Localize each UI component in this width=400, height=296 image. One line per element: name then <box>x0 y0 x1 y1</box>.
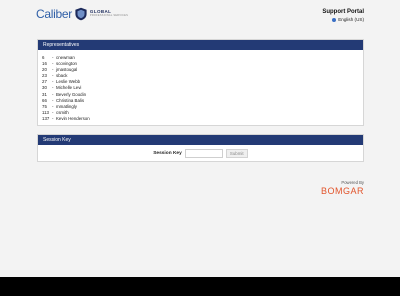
company-logo[interactable]: Caliber GLOBAL PROFESSIONAL SERVICES <box>36 7 128 21</box>
submit-button[interactable]: Submit <box>225 149 248 158</box>
logo-brand-text: Caliber <box>36 7 72 21</box>
representatives-list: 6- cnewman 16- scovington 20- jmastougal 23… <box>38 50 363 122</box>
session-key-label: Session Key <box>153 151 182 156</box>
shield-logo-icon <box>75 7 87 21</box>
globe-icon <box>332 17 337 22</box>
representatives-panel: Representatives 6- cnewman 16- scovington … <box>37 39 364 126</box>
page-header: Caliber GLOBAL PROFESSIONAL SERVICES Sup… <box>0 0 400 30</box>
list-item[interactable]: 137- Kevin Henderson <box>42 116 363 122</box>
session-key-header: Session Key <box>38 135 363 145</box>
language-label: English (US) <box>338 17 364 22</box>
session-key-input[interactable] <box>184 149 223 158</box>
session-key-form: Session Key Submit <box>38 149 363 158</box>
page-footer-bar <box>0 277 400 296</box>
powered-by-text: Powered By <box>341 180 364 185</box>
rep-name: Kevin Henderson <box>56 115 90 121</box>
page-title: Support Portal <box>322 9 364 15</box>
language-selector[interactable]: English (US) <box>322 17 364 22</box>
bomgar-logo-text: BOMGAR <box>320 186 364 196</box>
logo-global-block: GLOBAL PROFESSIONAL SERVICES <box>89 9 128 18</box>
session-key-panel: Session Key Session Key Submit <box>37 134 364 162</box>
powered-by-logo: Powered By BOMGAR <box>321 180 364 196</box>
portal-info: Support Portal English (US) <box>322 9 364 22</box>
rep-id: 137 <box>42 115 50 121</box>
representatives-header: Representatives <box>38 40 363 50</box>
logo-tagline-text: PROFESSIONAL SERVICES <box>89 14 128 18</box>
